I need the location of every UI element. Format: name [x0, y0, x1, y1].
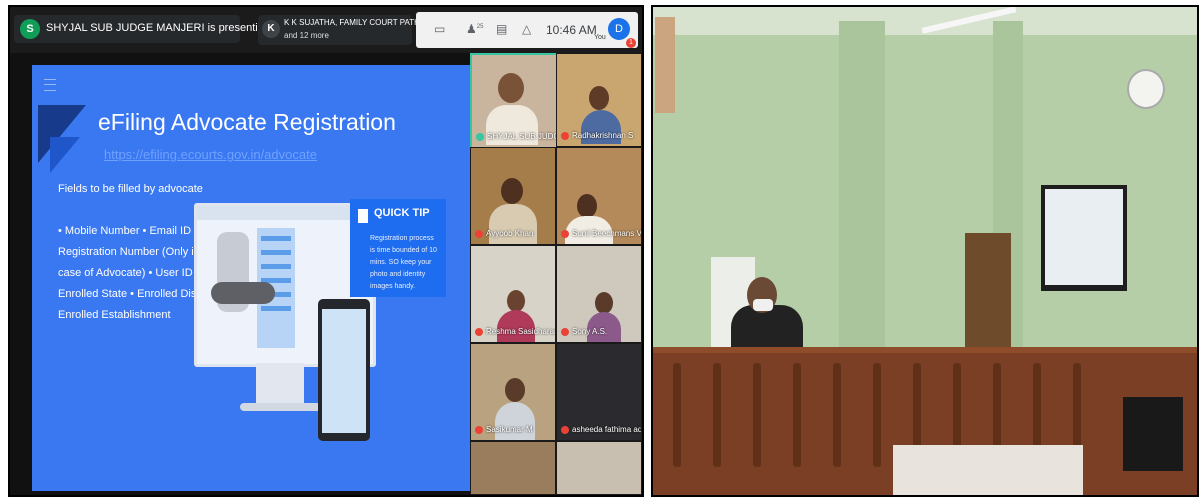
slide-link[interactable]: https://efiling.ecourts.gov.in/advocate [104, 147, 317, 162]
baluster [793, 363, 801, 467]
presentation-slide: eFiling Advocate Registration https://ef… [32, 65, 470, 491]
presenter-chip[interactable]: S SHYJAL SUB JUDGE MANJERI is presenting [14, 15, 270, 43]
mic-off-icon [475, 425, 483, 434]
slide-decor-chevron-small [50, 137, 80, 173]
notification-badge: 1 [626, 38, 636, 48]
participant-tile[interactable]: SHYJAL SUB JUDGE ... [470, 53, 558, 149]
people-count: 25 [476, 24, 484, 30]
people-icon[interactable]: ♟25 [466, 22, 483, 36]
wall-clock [1127, 69, 1165, 109]
present-icon[interactable]: ▭ [434, 22, 445, 36]
speaker-more-count: and 12 more [284, 31, 329, 40]
participant-tile[interactable]: Reshma Sasidharan [470, 245, 556, 343]
participant-tile-partial[interactable] [470, 441, 556, 495]
participant-tile[interactable]: Sony A.S. [556, 245, 642, 343]
mic-off-icon [475, 327, 483, 336]
participant-name: Ayyoob Khan [475, 229, 533, 238]
courtroom-photo [651, 5, 1199, 497]
video-conference-screen [1041, 185, 1127, 291]
mic-on-icon [476, 132, 484, 141]
participant-face [507, 290, 525, 312]
monitor-browser-bar [197, 206, 373, 220]
form-row [261, 236, 291, 241]
you-label: You [594, 34, 606, 41]
participant-body [495, 402, 535, 440]
chat-icon[interactable]: ▤ [496, 22, 507, 36]
participant-name: Sunil Beechmans Var... [561, 229, 641, 238]
participant-name: Reshma Sasidharan [475, 327, 555, 336]
mic-off-icon [561, 131, 569, 140]
video-meeting-screenshot: S SHYJAL SUB JUDGE MANJERI is presenting… [8, 5, 644, 497]
monitor-stand [256, 363, 304, 403]
fields-heading: Fields to be filled by advocate [58, 183, 203, 195]
mic-off-icon [561, 425, 569, 434]
call-controls-illustration [211, 282, 275, 304]
activities-icon[interactable]: △ [522, 22, 531, 36]
participant-face [595, 292, 613, 314]
participant-name: Sony A.S. [561, 327, 607, 336]
participant-name: asheeda fathima add... [561, 425, 641, 434]
participant-tile[interactable]: Radhakrishnan S [556, 53, 642, 147]
participant-face [505, 378, 525, 402]
speaker-avatar: K [262, 20, 280, 38]
self-avatar[interactable]: D [608, 18, 630, 40]
participant-face [498, 73, 524, 103]
participant-name: Sasikumar M [475, 425, 533, 434]
participant-tile[interactable]: Ayyoob Khan [470, 147, 556, 245]
participant-tile[interactable]: asheeda fathima add... [556, 343, 642, 441]
wall-portrait [655, 17, 675, 113]
participant-tile[interactable]: Sunil Beechmans Var... [556, 147, 642, 245]
phone-screen [322, 309, 366, 433]
baluster [713, 363, 721, 467]
desk-monitor [1123, 397, 1183, 471]
tv-screen [1045, 189, 1123, 285]
phone-illustration [318, 299, 370, 441]
baluster [753, 363, 761, 467]
quick-tip-body: Registration process is time bounded of … [370, 235, 437, 290]
quick-tip-title: QUICK TIP [374, 207, 430, 219]
participant-body [489, 204, 537, 244]
participant-name: SHYJAL SUB JUDGE ... [476, 132, 556, 141]
baluster [833, 363, 841, 467]
participant-face [501, 178, 523, 204]
wall-pillar [839, 21, 885, 381]
participant-face [577, 194, 597, 218]
form-row [261, 306, 291, 311]
files-on-desk [893, 445, 1083, 495]
form-row [261, 250, 291, 255]
mic-off-icon [561, 327, 569, 336]
meeting-controls: ▭ ♟25 ▤ △ 10:46 AM You D 1 [416, 12, 638, 48]
hamburger-icon[interactable] [44, 79, 56, 91]
baluster [673, 363, 681, 467]
quick-tip-icon [358, 209, 368, 223]
active-speaker-chip[interactable]: K K K SUJATHA, FAMILY COURT PATHANAMTH..… [258, 15, 460, 45]
monitor-base [240, 403, 328, 411]
quick-tip-box: QUICK TIP Registration process is time b… [350, 199, 446, 297]
presenter-label: SHYJAL SUB JUDGE MANJERI is presenting [46, 22, 270, 34]
participant-tile-partial[interactable] [556, 441, 642, 495]
meeting-top-bar: S SHYJAL SUB JUDGE MANJERI is presenting… [10, 7, 642, 53]
mic-off-icon [475, 229, 483, 238]
form-row [261, 264, 291, 269]
participant-tile[interactable]: Sasikumar M [470, 343, 556, 441]
participant-body [497, 310, 535, 342]
participant-face [589, 86, 609, 110]
face-mask [753, 299, 773, 311]
slide-title: eFiling Advocate Registration [98, 109, 396, 135]
baluster [873, 363, 881, 467]
clock: 10:46 AM [546, 23, 597, 37]
presenter-avatar: S [20, 19, 40, 39]
mic-off-icon [561, 229, 569, 238]
participant-name: Radhakrishnan S [561, 131, 633, 140]
